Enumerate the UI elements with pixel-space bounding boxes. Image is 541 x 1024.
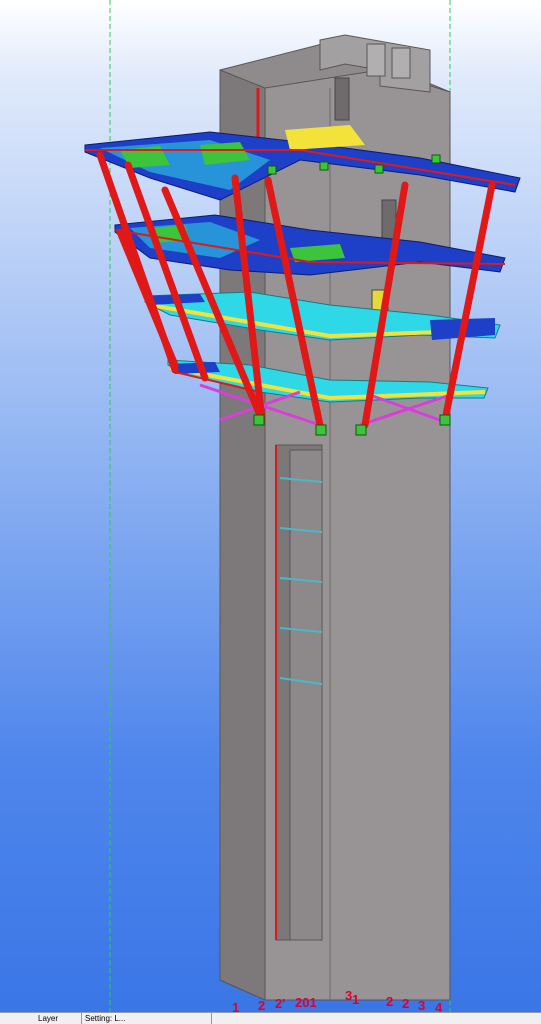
grid-label: 2 (258, 998, 265, 1012)
grid-label: 3 (418, 998, 425, 1012)
grid-label: 4 (435, 1000, 443, 1012)
status-bar: Layer Setting: L... (0, 1012, 541, 1024)
model-viewport[interactable]: 1 2 2' 201 3 1 2 2 3 4 (0, 0, 541, 1012)
status-setting: Setting: L... (82, 1013, 212, 1024)
model-canvas[interactable]: 1 2 2' 201 3 1 2 2 3 4 (0, 0, 541, 1012)
grid-label: 2 (402, 996, 409, 1011)
grid-label: 1 (352, 992, 359, 1007)
grid-label: 1 (232, 1000, 239, 1012)
grid-label: 201 (295, 995, 317, 1010)
grid-label: 2 (386, 994, 393, 1009)
grid-label: 2' (275, 996, 285, 1011)
status-layer: Layer (0, 1013, 82, 1024)
